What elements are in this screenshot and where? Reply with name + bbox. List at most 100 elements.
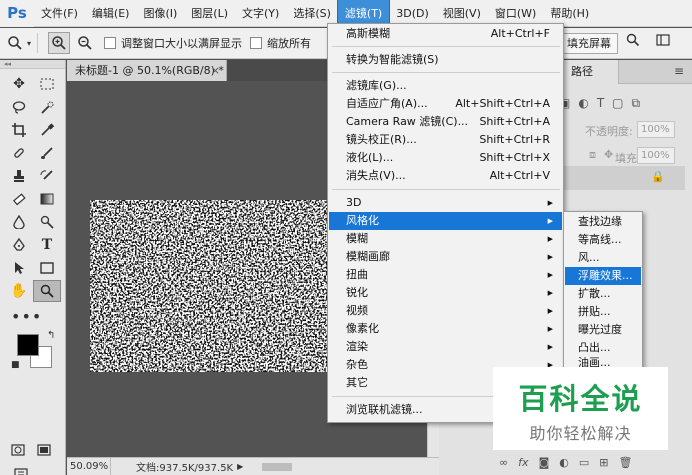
stylize-submenu: 查找边缘 等高线... 风... 浮雕效果... 扩散... 拼贴... 曝光过… [563,211,643,369]
marquee-tool-icon[interactable] [33,73,61,95]
pen-tool-icon[interactable] [5,234,33,256]
menu-item-video[interactable]: 视频 ▶ [329,302,562,320]
fill-screen-button[interactable]: 填充屏幕 [560,33,618,54]
add-mask-icon[interactable]: ◙ [539,456,550,469]
zoom-tool-icon[interactable] [33,280,61,302]
menu-item-render[interactable]: 渲染 ▶ [329,338,562,356]
filter-shape-icon[interactable]: ▢ [612,96,623,111]
menu-file[interactable]: 文件(F) [34,0,85,27]
menu-item-label: 杂色 [346,358,368,371]
color-swatches: ↰ ■ [11,330,65,374]
menu-layer[interactable]: 图层(L) [184,0,235,27]
menu-item-shortcut: Shift+Ctrl+R [479,133,550,146]
menu-edit[interactable]: 编辑(E) [85,0,137,27]
dodge-tool-icon[interactable] [33,211,61,233]
menu-item-sharpen[interactable]: 锐化 ▶ [329,284,562,302]
delete-layer-icon[interactable]: 🗑 [618,456,632,469]
move-tool-icon[interactable]: ✥ [5,73,33,95]
menu-item-label: 消失点(V)... [346,169,406,182]
menu-item-blur-gallery[interactable]: 模糊画廊 ▶ [329,248,562,266]
lock-position-icon[interactable]: ✥ [604,148,613,162]
submenu-item-extrude[interactable]: 凸出... [565,339,641,357]
new-group-icon[interactable]: ▭ [579,456,589,469]
menu-item-liquify[interactable]: 液化(L)... Shift+Ctrl+X [329,149,562,167]
eraser-tool-icon[interactable] [5,188,33,210]
brush-tool-icon[interactable] [33,142,61,164]
menu-item-blur[interactable]: 模糊 ▶ [329,230,562,248]
blur-tool-icon[interactable] [5,211,33,233]
new-layer-icon[interactable]: ⊞ [599,456,608,469]
zoom-level-field[interactable]: 50.09% [67,457,111,475]
checkbox-box[interactable] [104,37,117,49]
menu-image[interactable]: 图像(I) [136,0,184,27]
history-brush-tool-icon[interactable] [33,165,61,187]
link-layers-icon[interactable]: ∞ [499,456,508,469]
clone-stamp-tool-icon[interactable] [5,165,33,187]
crop-tool-icon[interactable] [5,119,33,141]
quick-mask-icon[interactable] [11,444,25,460]
adjustment-layer-icon[interactable]: ◐ [559,456,569,469]
resize-windows-checkbox[interactable]: 调整窗口大小以满屏显示 [104,35,242,51]
close-icon[interactable]: × [211,60,220,81]
submenu-item-tiles[interactable]: 拼贴... [565,303,641,321]
filter-smart-icon[interactable]: ⧉ [632,96,641,111]
swap-colors-icon[interactable]: ↰ [47,330,55,341]
fx-icon[interactable]: fx [518,456,528,469]
zoom-all-windows-checkbox[interactable]: 缩放所有 [250,35,311,51]
noise-image-canvas[interactable] [90,200,330,372]
zoom-in-icon[interactable] [48,32,71,54]
opacity-field[interactable]: 100% [637,121,675,138]
gradient-tool-icon[interactable] [33,188,61,210]
eyedropper-tool-icon[interactable] [33,119,61,141]
zoom-out-icon[interactable] [74,32,96,54]
menu-item-convert-smart-filters[interactable]: 转换为智能滤镜(S) [329,51,562,69]
lock-transparency-icon[interactable]: ⧈ [589,148,596,162]
menu-item-lens-correction[interactable]: 镜头校正(R)... Shift+Ctrl+R [329,131,562,149]
menu-item-camera-raw[interactable]: Camera Raw 滤镜(C)... Shift+Ctrl+A [329,113,562,131]
opacity-label: 不透明度: [585,125,633,138]
layer-row[interactable]: 🔒 [559,166,685,190]
type-tool-icon[interactable]: T [33,234,61,256]
submenu-item-diffuse[interactable]: 扩散... [565,285,641,303]
edit-toolbar-icon[interactable] [14,468,28,475]
filter-adjust-icon[interactable]: ◐ [578,96,588,111]
lasso-tool-icon[interactable] [5,96,33,118]
menu-type[interactable]: 文字(Y) [235,0,286,27]
path-selection-tool-icon[interactable] [5,257,33,279]
menu-item-vanishing-point[interactable]: 消失点(V)... Alt+Ctrl+V [329,167,562,185]
document-tab[interactable]: 未标题-1 @ 50.1%(RGB/8) * × [67,60,227,81]
foreground-color-swatch[interactable] [17,334,39,356]
submenu-item-wind[interactable]: 风... [565,249,641,267]
horizontal-scroll-thumb[interactable] [262,463,292,471]
tab-paths[interactable]: 路径 [561,60,619,84]
panel-menu-icon[interactable]: ≡ [674,64,684,78]
filter-type-icon[interactable]: T [597,96,604,111]
quick-selection-tool-icon[interactable] [33,96,61,118]
toolbox-grip[interactable]: ◂◂ [0,60,65,69]
healing-brush-tool-icon[interactable] [5,142,33,164]
submenu-item-find-edges[interactable]: 查找边缘 [565,213,641,231]
submenu-item-trace-contour[interactable]: 等高线... [565,231,641,249]
submenu-item-emboss[interactable]: 浮雕效果... [565,267,641,285]
submenu-item-solarize[interactable]: 曝光过度 [565,321,641,339]
menu-item-distort[interactable]: 扭曲 ▶ [329,266,562,284]
checkbox-box[interactable] [250,37,263,49]
menu-item-filter-gallery[interactable]: 滤镜库(G)... [329,77,562,95]
fill-field[interactable]: 100% [637,147,675,164]
menu-item-adaptive-wide-angle[interactable]: 自适应广角(A)... Alt+Shift+Ctrl+A [329,95,562,113]
tool-preset-zoom-icon[interactable] [4,32,26,54]
menu-item-gaussian-blur[interactable]: 高斯模糊 Alt+Ctrl+F [329,25,562,43]
chevron-down-icon[interactable]: ▾ [27,39,31,48]
screen-mode-icon[interactable] [37,444,51,460]
menu-item-3d[interactable]: 3D ▶ [329,194,562,212]
menu-item-label: 液化(L)... [346,151,394,164]
search-icon[interactable] [622,33,644,54]
hand-tool-icon[interactable]: ✋ [5,280,33,302]
workspace-icon[interactable] [652,33,674,54]
more-tools-icon[interactable]: ••• [11,307,65,326]
menu-item-pixelate[interactable]: 像素化 ▶ [329,320,562,338]
rectangle-tool-icon[interactable] [33,257,61,279]
menu-item-stylize[interactable]: 风格化 ▶ [329,212,562,230]
chevron-right-icon[interactable]: ▶ [237,462,243,471]
default-colors-icon[interactable]: ■ [11,360,20,370]
